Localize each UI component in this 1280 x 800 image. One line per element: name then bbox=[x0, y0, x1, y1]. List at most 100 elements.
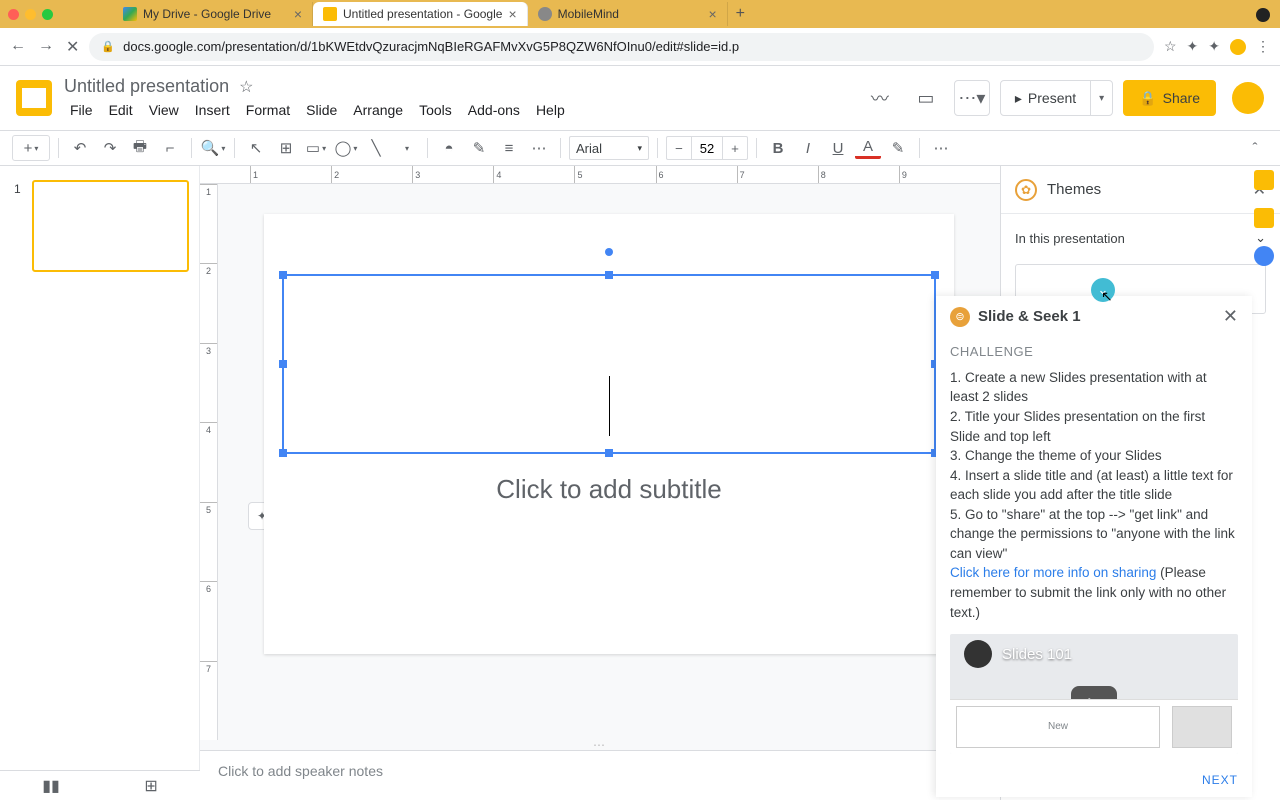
border-color-button[interactable]: ✎ bbox=[466, 135, 492, 161]
menu-slide[interactable]: Slide bbox=[300, 100, 343, 120]
shape-tool[interactable]: ◯ bbox=[333, 135, 359, 161]
share-label: Share bbox=[1163, 90, 1200, 106]
grid-view-button[interactable]: ⊞ bbox=[144, 776, 157, 796]
new-slide-button[interactable]: + bbox=[12, 135, 50, 161]
omnibox[interactable]: 🔒 docs.google.com/presentation/d/1bKWEtd… bbox=[89, 33, 1154, 61]
image-tool[interactable]: ▭ bbox=[303, 135, 329, 161]
menu-file[interactable]: File bbox=[64, 100, 99, 120]
chrome-menu-icon[interactable]: ⋮ bbox=[1256, 38, 1270, 55]
resize-handle[interactable] bbox=[605, 449, 613, 457]
bold-button[interactable]: B bbox=[765, 135, 791, 161]
line-tool[interactable]: ╲ bbox=[363, 135, 389, 161]
slide-thumbnail-1[interactable]: 1 bbox=[32, 180, 189, 272]
resize-handle[interactable] bbox=[931, 271, 939, 279]
menu-view[interactable]: View bbox=[143, 100, 185, 120]
back-button[interactable]: ← bbox=[10, 37, 26, 57]
text-color-button[interactable]: A bbox=[855, 137, 881, 159]
line-drop-tool[interactable] bbox=[393, 135, 419, 161]
menu-addons[interactable]: Add-ons bbox=[462, 100, 526, 120]
resize-handle[interactable] bbox=[605, 271, 613, 279]
select-tool[interactable]: ↖ bbox=[243, 135, 269, 161]
window-close-icon[interactable] bbox=[8, 9, 19, 20]
border-weight-button[interactable]: ≡ bbox=[496, 135, 522, 161]
italic-button[interactable]: I bbox=[795, 135, 821, 161]
menu-edit[interactable]: Edit bbox=[103, 100, 139, 120]
present-button[interactable]: ▸ Present bbox=[1001, 90, 1090, 107]
highlight-button[interactable]: ✎ bbox=[885, 135, 911, 161]
zoom-button[interactable]: 🔍 bbox=[200, 135, 226, 161]
sharing-info-link[interactable]: Click here for more info on sharing bbox=[950, 565, 1156, 580]
keep-companion-icon[interactable] bbox=[1254, 208, 1274, 228]
seek-body[interactable]: CHALLENGE 1. Create a new Slides present… bbox=[936, 337, 1252, 763]
title-text-box[interactable] bbox=[282, 274, 936, 454]
browser-tab-drive[interactable]: My Drive - Google Drive × bbox=[113, 2, 313, 26]
dropdown-box-icon[interactable]: ⋯▾ bbox=[954, 80, 990, 116]
calendar-companion-icon[interactable] bbox=[1254, 170, 1274, 190]
canvas-area[interactable]: ✦ Click to add subtitle bbox=[218, 184, 1000, 740]
reload-button[interactable]: ✕ bbox=[66, 37, 79, 57]
filmstrip-view-button[interactable]: ▮▮ bbox=[42, 776, 60, 796]
font-family-select[interactable]: Arial▾ bbox=[569, 136, 649, 160]
redo-button[interactable]: ↷ bbox=[97, 135, 123, 161]
slides-logo-icon[interactable] bbox=[16, 80, 52, 116]
subtitle-placeholder[interactable]: Click to add subtitle bbox=[282, 474, 936, 505]
new-tab-button[interactable]: + bbox=[728, 5, 753, 23]
comments-icon[interactable]: ▭ bbox=[908, 80, 944, 116]
slide-canvas[interactable]: Click to add subtitle bbox=[264, 214, 954, 654]
paint-format-button[interactable]: ⌐ bbox=[157, 135, 183, 161]
profile-icon[interactable] bbox=[1230, 39, 1246, 55]
bookmark-star-icon[interactable]: ☆ bbox=[1164, 38, 1177, 55]
account-avatar[interactable] bbox=[1232, 82, 1264, 114]
window-controls[interactable] bbox=[8, 9, 53, 20]
resize-handle[interactable] bbox=[279, 449, 287, 457]
rotate-handle[interactable] bbox=[605, 248, 613, 256]
font-size-decrease[interactable]: − bbox=[667, 136, 691, 160]
seek-close-button[interactable]: ✕ bbox=[1223, 306, 1238, 327]
vertical-ruler[interactable]: 1234567 bbox=[200, 184, 218, 740]
filmstrip[interactable]: 1 bbox=[0, 166, 200, 800]
share-button[interactable]: 🔒 Share bbox=[1123, 80, 1216, 116]
extension1-icon[interactable]: ✦ bbox=[1187, 38, 1199, 55]
menu-insert[interactable]: Insert bbox=[189, 100, 236, 120]
lock-icon: 🔒 bbox=[101, 40, 115, 53]
activity-icon[interactable]: 〰 bbox=[862, 80, 898, 116]
seek-video-embed[interactable]: Slides 101 ▶ New bbox=[950, 634, 1238, 754]
document-title[interactable]: Untitled presentation bbox=[64, 76, 229, 97]
font-size-input[interactable] bbox=[691, 137, 723, 159]
menu-format[interactable]: Format bbox=[240, 100, 296, 120]
menu-help[interactable]: Help bbox=[530, 100, 571, 120]
browser-tab-mobilemind[interactable]: MobileMind × bbox=[528, 2, 728, 26]
horizontal-ruler[interactable]: 123456789 bbox=[200, 166, 1000, 184]
extensions-puzzle-icon[interactable]: ✦ bbox=[1208, 38, 1220, 55]
video-thumb-side bbox=[1172, 706, 1232, 748]
tab-close-icon[interactable]: × bbox=[508, 6, 516, 22]
more-tools-button[interactable]: ⋯ bbox=[928, 135, 954, 161]
browser-tab-slides[interactable]: Untitled presentation - Google × bbox=[313, 2, 528, 26]
next-button[interactable]: NEXT bbox=[1202, 773, 1238, 787]
print-button[interactable]: 🖶 bbox=[127, 135, 153, 161]
window-minimize-icon[interactable] bbox=[25, 9, 36, 20]
menu-arrange[interactable]: Arrange bbox=[347, 100, 409, 120]
view-switcher: ▮▮ ⊞ bbox=[0, 770, 200, 800]
window-maximize-icon[interactable] bbox=[42, 9, 53, 20]
resize-handle[interactable] bbox=[279, 271, 287, 279]
star-button[interactable]: ☆ bbox=[239, 77, 253, 97]
resize-handle[interactable] bbox=[279, 360, 287, 368]
present-dropdown[interactable]: ▾ bbox=[1090, 81, 1112, 115]
underline-button[interactable]: U bbox=[825, 135, 851, 161]
textbox-tool[interactable]: ⊞ bbox=[273, 135, 299, 161]
forward-button[interactable]: → bbox=[38, 37, 54, 57]
border-dash-button[interactable]: ⋯ bbox=[526, 135, 552, 161]
notes-resize-handle[interactable] bbox=[200, 740, 1000, 750]
speaker-notes[interactable]: Click to add speaker notes bbox=[200, 750, 1000, 800]
menu-tools[interactable]: Tools bbox=[413, 100, 458, 120]
tasks-companion-icon[interactable] bbox=[1254, 246, 1274, 266]
font-size-increase[interactable]: + bbox=[723, 136, 747, 160]
extension-icon[interactable] bbox=[1256, 8, 1270, 22]
tab-close-icon[interactable]: × bbox=[294, 6, 302, 22]
fill-color-button[interactable]: ◓ bbox=[436, 135, 462, 161]
undo-button[interactable]: ↶ bbox=[67, 135, 93, 161]
collapse-toolbar-button[interactable]: ˆ bbox=[1242, 135, 1268, 161]
themes-scope-dropdown[interactable]: In this presentation ⌄ bbox=[1015, 226, 1266, 250]
tab-close-icon[interactable]: × bbox=[708, 6, 716, 22]
